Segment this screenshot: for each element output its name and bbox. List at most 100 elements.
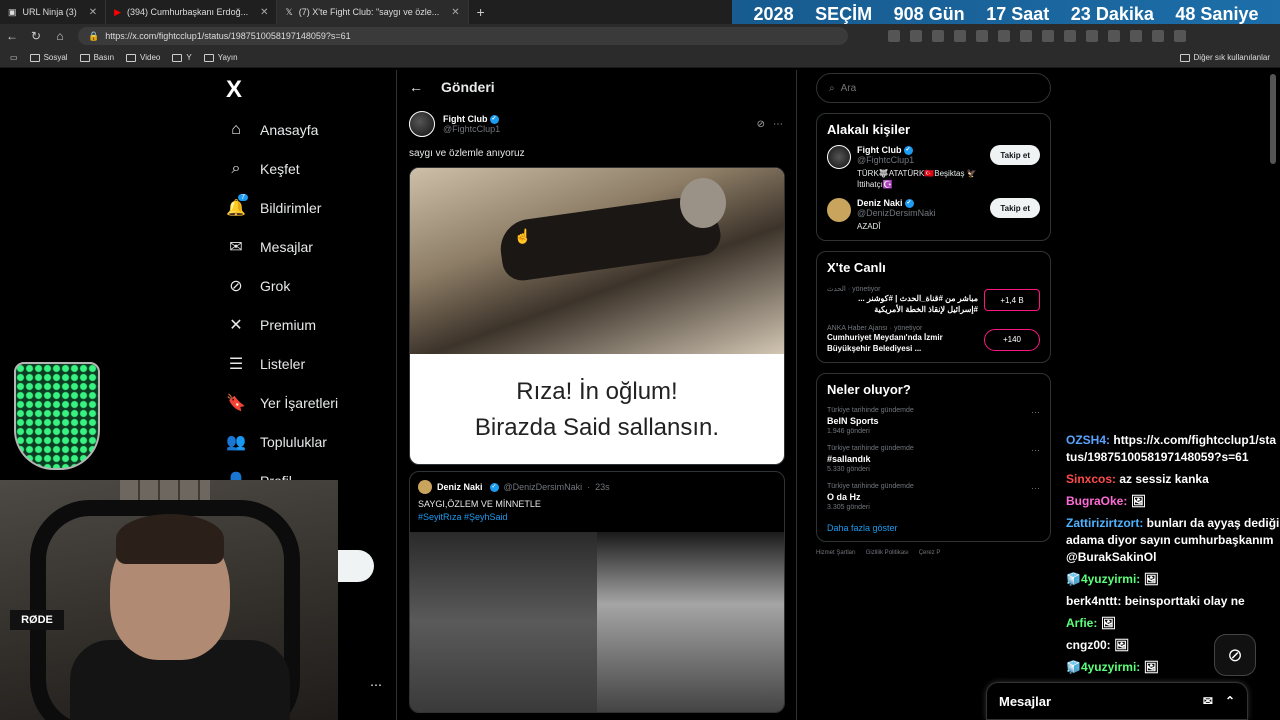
close-icon[interactable]: ✕ (89, 7, 97, 18)
quote-text: SAYGI,ÖZLEM VE MİNNETLE #SeyitRıza #Şeyh… (418, 499, 541, 522)
bookmark-icon: 🔖 (226, 394, 246, 412)
tab-youtube[interactable]: ▶ (394) Cumhurbaşkanı Erdoğ... ✕ (106, 0, 278, 24)
close-icon[interactable]: ✕ (451, 7, 459, 18)
post-button[interactable] (338, 550, 374, 582)
more-icon[interactable]: ⋯ (1031, 483, 1040, 494)
nav-explore[interactable]: ⌕ Keşfet (222, 149, 392, 188)
tab-url-ninja[interactable]: ▣ URL Ninja (3) ✕ (0, 0, 107, 24)
countdown-days: 908 Gün (893, 3, 965, 24)
bookmark-folder[interactable]: Basın (79, 53, 114, 62)
live-on-x-card: X'te Canlı الحدث · yönetiyor مباشر من #ق… (816, 251, 1051, 364)
bookmark-folder[interactable]: Video (126, 53, 160, 62)
nav-bookmarks[interactable]: 🔖 Yer İşaretleri (222, 383, 392, 422)
avatar[interactable] (409, 111, 435, 137)
youtube-icon: ▶ (114, 6, 122, 17)
extension-icon[interactable] (954, 30, 966, 42)
extension-icon[interactable] (1130, 30, 1142, 42)
tab-x[interactable]: 𝕏 (7) X'te Fight Club: "saygı ve özle... ✕ (277, 0, 469, 24)
extension-icon[interactable] (1064, 30, 1076, 42)
new-tab-button[interactable]: + (469, 4, 493, 20)
extension-icon[interactable] (932, 30, 944, 42)
countdown-label: SEÇİM (815, 3, 873, 24)
nav-communities[interactable]: 👥 Topluluklar (222, 422, 392, 461)
bookmark-folder[interactable]: Sosyal (29, 53, 68, 62)
footer-links: Hizmet Şartları Gizlilik Politikası Çere… (816, 550, 941, 557)
more-icon[interactable]: ⋯ (1031, 445, 1040, 456)
extension-icon[interactable] (998, 30, 1010, 42)
nav-grok[interactable]: ⊘ Grok (222, 266, 392, 305)
live-listener-count: +140 (984, 328, 1040, 351)
author-handle[interactable]: @FightcClup1 (443, 124, 500, 134)
expand-icon[interactable]: ⌃ (1225, 694, 1235, 708)
extension-icon[interactable] (1086, 30, 1098, 42)
live-item[interactable]: الحدث · yönetiyor مباشر من #قناة_الحدث |… (827, 285, 1040, 315)
avatar (827, 145, 851, 169)
related-person[interactable]: Deniz Naki ✓ @DenizDersimNaki AZADÎ Takip… (827, 198, 1040, 232)
quote-photo (410, 532, 597, 712)
url-field[interactable]: 🔒 https://x.com/fightcclup1/status/198751… (78, 27, 848, 45)
avatar (827, 198, 851, 223)
bookmark-folder[interactable]: Yayın (203, 53, 238, 62)
trend-item[interactable]: Türkiye tarihinde gündemde #sallandık 5.… (827, 445, 1040, 473)
follow-button[interactable]: Takip et (990, 198, 1040, 219)
chat-message: Arfie: 🖼 (1066, 616, 1116, 630)
folder-icon (79, 53, 90, 62)
avatar (418, 480, 432, 494)
chat-message: Zattirizirtzort: bunları da ayyaş dediği… (1066, 516, 1280, 564)
author-name[interactable]: Fight Club ✓ (443, 114, 500, 125)
folder-icon (126, 53, 137, 62)
quote-photo (597, 532, 784, 712)
extension-icon[interactable] (888, 30, 900, 42)
more-icon[interactable]: ⋯ (773, 119, 783, 130)
people-icon: 👥 (226, 433, 246, 451)
related-person[interactable]: Fight Club ✓ @FightcClup1 TÜRK🐺ATATÜRK🇹🇷B… (827, 145, 1040, 190)
mouse-cursor-icon: ☝ (514, 228, 532, 244)
trend-item[interactable]: Türkiye tarihinde gündemde O da Hz 3.305… (827, 483, 1040, 511)
grok-icon[interactable]: ⊘ (757, 119, 765, 130)
home-icon[interactable]: ⌂ (48, 29, 72, 43)
more-icon[interactable]: ⋯ (1031, 407, 1040, 418)
nav-notifications[interactable]: 🔔 7 Bildirimler (222, 188, 392, 227)
extension-icon[interactable] (976, 30, 988, 42)
photo-head (680, 178, 726, 228)
messages-dock[interactable]: Mesajlar ✉ ⌃ (986, 682, 1248, 720)
nav-messages[interactable]: ✉ Mesajlar (222, 227, 392, 266)
post-photo (410, 168, 784, 354)
show-more-link[interactable]: Daha fazla göster (827, 523, 1040, 533)
post-image[interactable]: Rıza! İn oğlum! Birazda Said sallansın. (409, 167, 785, 465)
extension-icon[interactable] (1020, 30, 1032, 42)
x-icon: ✕ (229, 316, 243, 334)
nav-home[interactable]: ⌂ Anasayfa (222, 110, 392, 149)
back-icon[interactable]: ← (0, 29, 24, 43)
microphone-logo: RØDE (10, 610, 64, 630)
live-item[interactable]: ANKA Haber Ajansı · yönetiyor Cumhuriyet… (827, 325, 1040, 354)
refresh-icon[interactable]: ↻ (24, 29, 48, 43)
grok-floating-button[interactable]: ⊘ (1214, 634, 1256, 676)
bookmark-folder[interactable]: Y (172, 53, 192, 62)
extension-icon[interactable] (1152, 30, 1164, 42)
trend-item[interactable]: Türkiye tarihinde gündemde BeIN Sports 1… (827, 407, 1040, 435)
extension-icon[interactable] (1174, 30, 1186, 42)
search-input[interactable]: ⌕ Ara (816, 73, 1051, 103)
nav-lists[interactable]: ☰ Listeler (222, 344, 392, 383)
close-icon[interactable]: ✕ (260, 7, 268, 18)
extension-icon[interactable] (1042, 30, 1054, 42)
nav-premium[interactable]: ✕ Premium (222, 305, 392, 344)
search-icon: ⌕ (829, 82, 835, 94)
other-bookmarks[interactable]: Diğer sık kullanılanlar (1179, 53, 1270, 62)
x-logo[interactable]: X (222, 70, 392, 110)
follow-button[interactable]: Takip et (990, 145, 1040, 165)
extension-icon[interactable] (910, 30, 922, 42)
lock-icon: 🔒 (88, 30, 100, 41)
scrollbar[interactable] (1270, 74, 1276, 164)
webcam-hair (116, 514, 224, 564)
bookmarks-menu-icon[interactable]: ▭ (10, 53, 18, 62)
more-icon[interactable]: ⋯ (370, 678, 382, 692)
back-arrow-icon[interactable]: ← (409, 79, 423, 95)
quoted-post[interactable]: Deniz Naki ✓ @DenizDersimNaki · 23s SAYG… (409, 471, 785, 713)
chat-message: 🧊4yuzyirmi: 🖼 (1066, 572, 1159, 586)
extension-icon[interactable] (1108, 30, 1120, 42)
live-listener-count: +1,4 B (984, 289, 1040, 312)
compose-message-icon[interactable]: ✉ (1203, 694, 1213, 708)
folder-icon (29, 53, 40, 62)
